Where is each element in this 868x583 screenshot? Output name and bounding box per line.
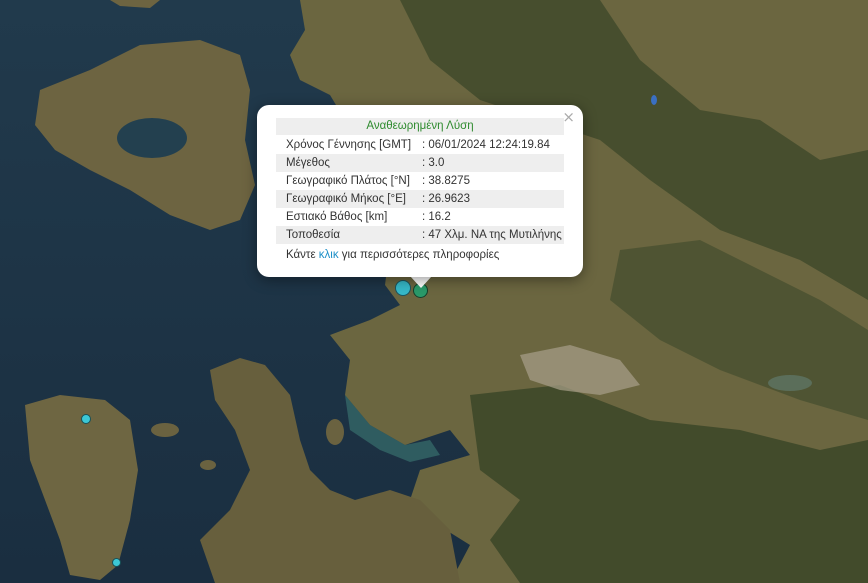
info-row-time: Χρόνος Γέννησης [GMT] : 06/01/2024 12:24… (276, 136, 564, 154)
islet (200, 460, 216, 470)
row-label: Εστιακό Βάθος [km] (286, 211, 388, 223)
earthquake-marker[interactable] (112, 558, 121, 567)
info-row-longitude: Γεωγραφικό Μήκος [°E] : 26.9623 (276, 190, 564, 208)
info-row-magnitude: Μέγεθος : 3.0 (276, 154, 564, 172)
more-info-link[interactable]: κλικ (319, 249, 339, 261)
more-prefix: Κάντε (286, 249, 319, 261)
gulf-kalloni (117, 118, 187, 158)
more-info-text: Κάντε κλικ για περισσότερες πληροφορίες (286, 247, 499, 263)
lake (768, 375, 812, 391)
earthquake-marker[interactable] (81, 414, 91, 424)
more-suffix: για περισσότερες πληροφορίες (338, 249, 500, 261)
row-label: Γεωγραφικό Μήκος [°E] (286, 193, 406, 205)
popup-tip (410, 276, 432, 288)
row-label: Τοποθεσία (286, 229, 340, 241)
row-label: Γεωγραφικό Πλάτος [°N] (286, 175, 410, 187)
row-value: : 3.0 (422, 157, 445, 169)
earthquake-popup: × Αναθεωρημένη Λύση Χρόνος Γέννησης [GMT… (257, 105, 583, 277)
reservoir (651, 95, 657, 105)
row-value: : 16.2 (422, 211, 451, 223)
row-label: Χρόνος Γέννησης [GMT] (286, 139, 412, 151)
islet (151, 423, 179, 437)
row-label: Μέγεθος (286, 157, 330, 169)
map-terrain (0, 0, 868, 583)
satellite-map[interactable] (0, 0, 868, 583)
close-icon[interactable]: × (562, 108, 575, 126)
row-value: : 47 Χλμ. ΝΑ της Μυτιλήνης (422, 229, 562, 241)
earthquake-marker[interactable] (395, 280, 411, 296)
popup-title: Αναθεωρημένη Λύση (276, 118, 564, 135)
info-row-depth: Εστιακό Βάθος [km] : 16.2 (276, 208, 564, 226)
row-value: : 38.8275 (422, 175, 470, 187)
row-value: : 06/01/2024 12:24:19.84 (422, 139, 550, 151)
row-value: : 26.9623 (422, 193, 470, 205)
info-row-location: Τοποθεσία : 47 Χλμ. ΝΑ της Μυτιλήνης (276, 226, 564, 244)
islet (326, 419, 344, 445)
info-row-latitude: Γεωγραφικό Πλάτος [°N] : 38.8275 (276, 172, 564, 190)
